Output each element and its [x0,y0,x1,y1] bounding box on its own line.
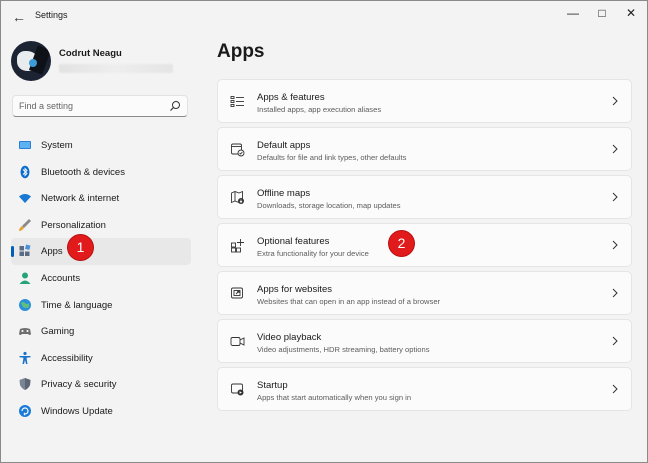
wifi-icon [19,194,31,204]
sidebar-item-network[interactable]: Network & internet [11,185,191,212]
sidebar-item-gaming[interactable]: Gaming [11,318,191,345]
video-icon [230,337,245,346]
avatar [11,41,51,81]
gamepad-icon [19,328,31,336]
default-apps-icon [231,143,245,157]
close-button[interactable]: ✕ [616,1,646,25]
card-apps-features[interactable]: Apps & features Installed apps, app exec… [217,79,632,123]
system-icon [19,141,31,149]
startup-icon [231,383,244,396]
chevron-right-icon [612,96,618,106]
sidebar-item-label: Privacy & security [41,379,117,391]
person-icon [19,272,31,284]
sidebar-item-label: Windows Update [41,405,113,417]
card-title: Optional features [257,236,330,247]
sidebar-item-label: Apps [41,246,63,258]
sidebar-item-label: Accounts [41,272,81,284]
web-apps-icon [231,287,243,299]
chevron-right-icon [612,288,618,298]
sidebar-item-personalization[interactable]: Personalization [11,212,191,239]
card-default-apps[interactable]: Default apps Defaults for file and link … [217,127,632,171]
card-description: Extra functionality for your device [257,249,369,258]
list-icon [230,96,244,107]
sidebar-item-label: Bluetooth & devices [41,166,125,178]
sidebar-item-bluetooth[interactable]: Bluetooth & devices [11,159,191,186]
search-box[interactable] [12,95,188,117]
map-icon [231,190,244,204]
window-title: Settings [35,10,68,20]
chevron-right-icon [612,384,618,394]
sidebar-item-accessibility[interactable]: Accessibility [11,345,191,372]
maximize-button[interactable]: □ [587,1,617,25]
sidebar-item-windows-update[interactable]: Windows Update [11,398,191,425]
card-video-playback[interactable]: Video playback Video adjustments, HDR st… [217,319,632,363]
sidebar-item-label: Time & language [41,299,113,311]
page-title: Apps [217,41,265,62]
apps-icon [19,244,31,257]
chevron-right-icon [612,240,618,250]
chevron-right-icon [612,192,618,202]
card-startup[interactable]: Startup Apps that start automatically wh… [217,367,632,411]
globe-clock-icon [19,298,31,311]
card-title: Apps & features [257,92,325,103]
sidebar-item-system[interactable]: System [11,132,191,159]
user-profile[interactable]: Codrut Neagu [11,41,201,81]
card-title: Offline maps [257,188,311,199]
card-title: Apps for websites [257,284,332,295]
update-icon [19,404,31,417]
chevron-right-icon [612,336,618,346]
shield-icon [19,378,31,391]
search-icon[interactable] [169,99,181,113]
sidebar-item-apps[interactable]: Apps [11,238,191,265]
sidebar-item-time-language[interactable]: Time & language [11,292,191,319]
sidebar-item-label: Network & internet [41,193,120,205]
sidebar-item-accounts[interactable]: Accounts [11,265,191,292]
card-description: Defaults for file and link types, other … [257,153,407,162]
title-bar: ← Settings — □ ✕ [1,1,647,33]
bluetooth-icon [20,165,30,178]
annotation-badge-1: 1 [68,235,93,260]
chevron-right-icon [612,144,618,154]
card-apps-for-websites[interactable]: Apps for websites Websites that can open… [217,271,632,315]
card-title: Startup [257,380,288,391]
sidebar-item-label: Gaming [41,326,75,338]
active-indicator [11,246,14,258]
back-arrow-icon[interactable]: ← [9,7,29,27]
card-title: Video playback [257,332,322,343]
settings-window: ← Settings — □ ✕ Codrut Neagu System Blu… [0,0,648,463]
optional-features-icon [231,239,244,253]
sidebar-nav: System Bluetooth & devices Network & int… [11,132,191,425]
card-offline-maps[interactable]: Offline maps Downloads, storage location… [217,175,632,219]
sidebar-item-label: Personalization [41,219,106,231]
card-title: Default apps [257,140,311,151]
user-name: Codrut Neagu [59,48,122,59]
sidebar-item-label: System [41,140,73,151]
user-email-blurred [59,64,173,73]
card-description: Video adjustments, HDR streaming, batter… [257,345,430,354]
card-description: Installed apps, app execution aliases [257,105,382,114]
sidebar-item-label: Accessibility [41,352,93,364]
minimize-button[interactable]: — [558,1,588,25]
card-description: Apps that start automatically when you s… [257,393,412,402]
card-description: Downloads, storage location, map updates [257,201,401,210]
sidebar-item-privacy[interactable]: Privacy & security [11,371,191,398]
search-input[interactable] [19,99,169,113]
annotation-badge-2: 2 [389,231,414,256]
apps-settings-list: Apps & features Installed apps, app exec… [217,79,632,415]
card-optional-features[interactable]: Optional features Extra functionality fo… [217,223,632,267]
accessibility-icon [19,351,31,364]
card-description: Websites that can open in an app instead… [257,297,441,306]
brush-icon [19,218,31,231]
